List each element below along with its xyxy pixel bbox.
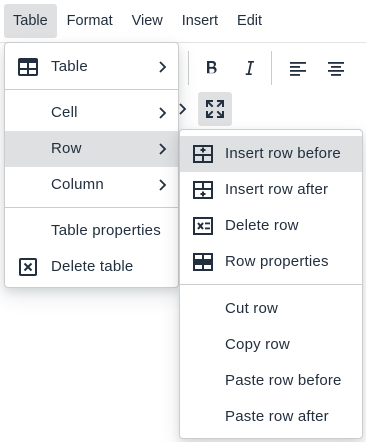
align-right-button[interactable] — [357, 51, 366, 85]
align-center-button[interactable] — [319, 51, 353, 85]
menu-item-paste-row-before[interactable]: Paste row before — [180, 363, 362, 399]
menubar-edit[interactable]: Edit — [228, 4, 271, 38]
menu-item-label: Paste row before — [225, 372, 342, 389]
chevron-right-icon — [178, 100, 188, 118]
fullscreen-icon — [206, 100, 224, 118]
menu-item-label: Table properties — [51, 222, 161, 239]
menu-item-label: Delete row — [225, 217, 299, 234]
menu-divider — [5, 207, 178, 208]
row-properties-icon — [192, 251, 214, 273]
menu-item-paste-row-after[interactable]: Paste row after — [180, 399, 362, 435]
menu-item-label: Column — [51, 176, 104, 193]
table-icon — [17, 56, 39, 78]
menu-item-row[interactable]: Row — [5, 131, 178, 167]
menu-item-row-properties[interactable]: Row properties — [180, 244, 362, 280]
menu-item-label: Cut row — [225, 300, 279, 317]
menu-item-label: Row properties — [225, 253, 329, 270]
menu-item-label: Insert row before — [225, 145, 341, 162]
menu-item-cut-row[interactable]: Cut row — [180, 291, 362, 327]
bold-button[interactable] — [194, 51, 228, 85]
align-left-button[interactable] — [281, 51, 315, 85]
menu-item-label: Paste row after — [225, 408, 329, 425]
menu-item-insert-row-after[interactable]: Insert row after — [180, 172, 362, 208]
chevron-right-icon — [158, 104, 168, 122]
menu-item-insert-row-before[interactable]: Insert row before — [180, 136, 362, 172]
insert-row-before-icon — [192, 143, 214, 165]
menu-divider — [5, 89, 178, 90]
align-left-icon — [290, 62, 306, 76]
menu-item-cell[interactable]: Cell — [5, 95, 178, 131]
menu-item-delete-table[interactable]: Delete table — [5, 249, 178, 285]
chevron-right-icon — [158, 176, 168, 194]
row-submenu: Insert row before Insert row after Delet… — [179, 129, 363, 439]
chevron-right-icon — [158, 140, 168, 158]
menu-item-label: Cell — [51, 104, 78, 121]
italic-icon — [245, 61, 254, 75]
menu-divider — [180, 284, 362, 285]
menu-item-delete-row[interactable]: Delete row — [180, 208, 362, 244]
table-menu: Table Cell Row Column Table properties D… — [4, 42, 179, 288]
menubar-view[interactable]: View — [123, 4, 172, 38]
align-center-icon — [328, 62, 344, 76]
delete-row-icon — [192, 215, 214, 237]
menu-item-label: Copy row — [225, 336, 290, 353]
menu-item-label: Table — [51, 58, 88, 75]
toolbar-separator — [188, 51, 189, 85]
menubar-insert[interactable]: Insert — [173, 4, 227, 38]
toolbar-separator — [271, 51, 272, 85]
editor-stage: Table Format View Insert Edit Table Cell… — [0, 0, 366, 442]
italic-button[interactable] — [232, 51, 266, 85]
menu-item-label: Row — [51, 140, 82, 157]
chevron-right-icon — [158, 58, 168, 76]
fullscreen-button[interactable] — [198, 92, 232, 126]
menu-item-column[interactable]: Column — [5, 167, 178, 203]
menubar-table[interactable]: Table — [4, 4, 57, 38]
menubar-format[interactable]: Format — [58, 4, 122, 38]
delete-table-icon — [17, 256, 39, 278]
bold-icon — [207, 61, 217, 74]
menu-item-table-properties[interactable]: Table properties — [5, 213, 178, 249]
insert-row-after-icon — [192, 179, 214, 201]
menu-item-label: Insert row after — [225, 181, 329, 198]
menu-item-label: Delete table — [51, 258, 134, 275]
menubar: Table Format View Insert Edit — [0, 0, 366, 42]
menu-item-table[interactable]: Table — [5, 49, 178, 85]
menu-item-copy-row[interactable]: Copy row — [180, 327, 362, 363]
